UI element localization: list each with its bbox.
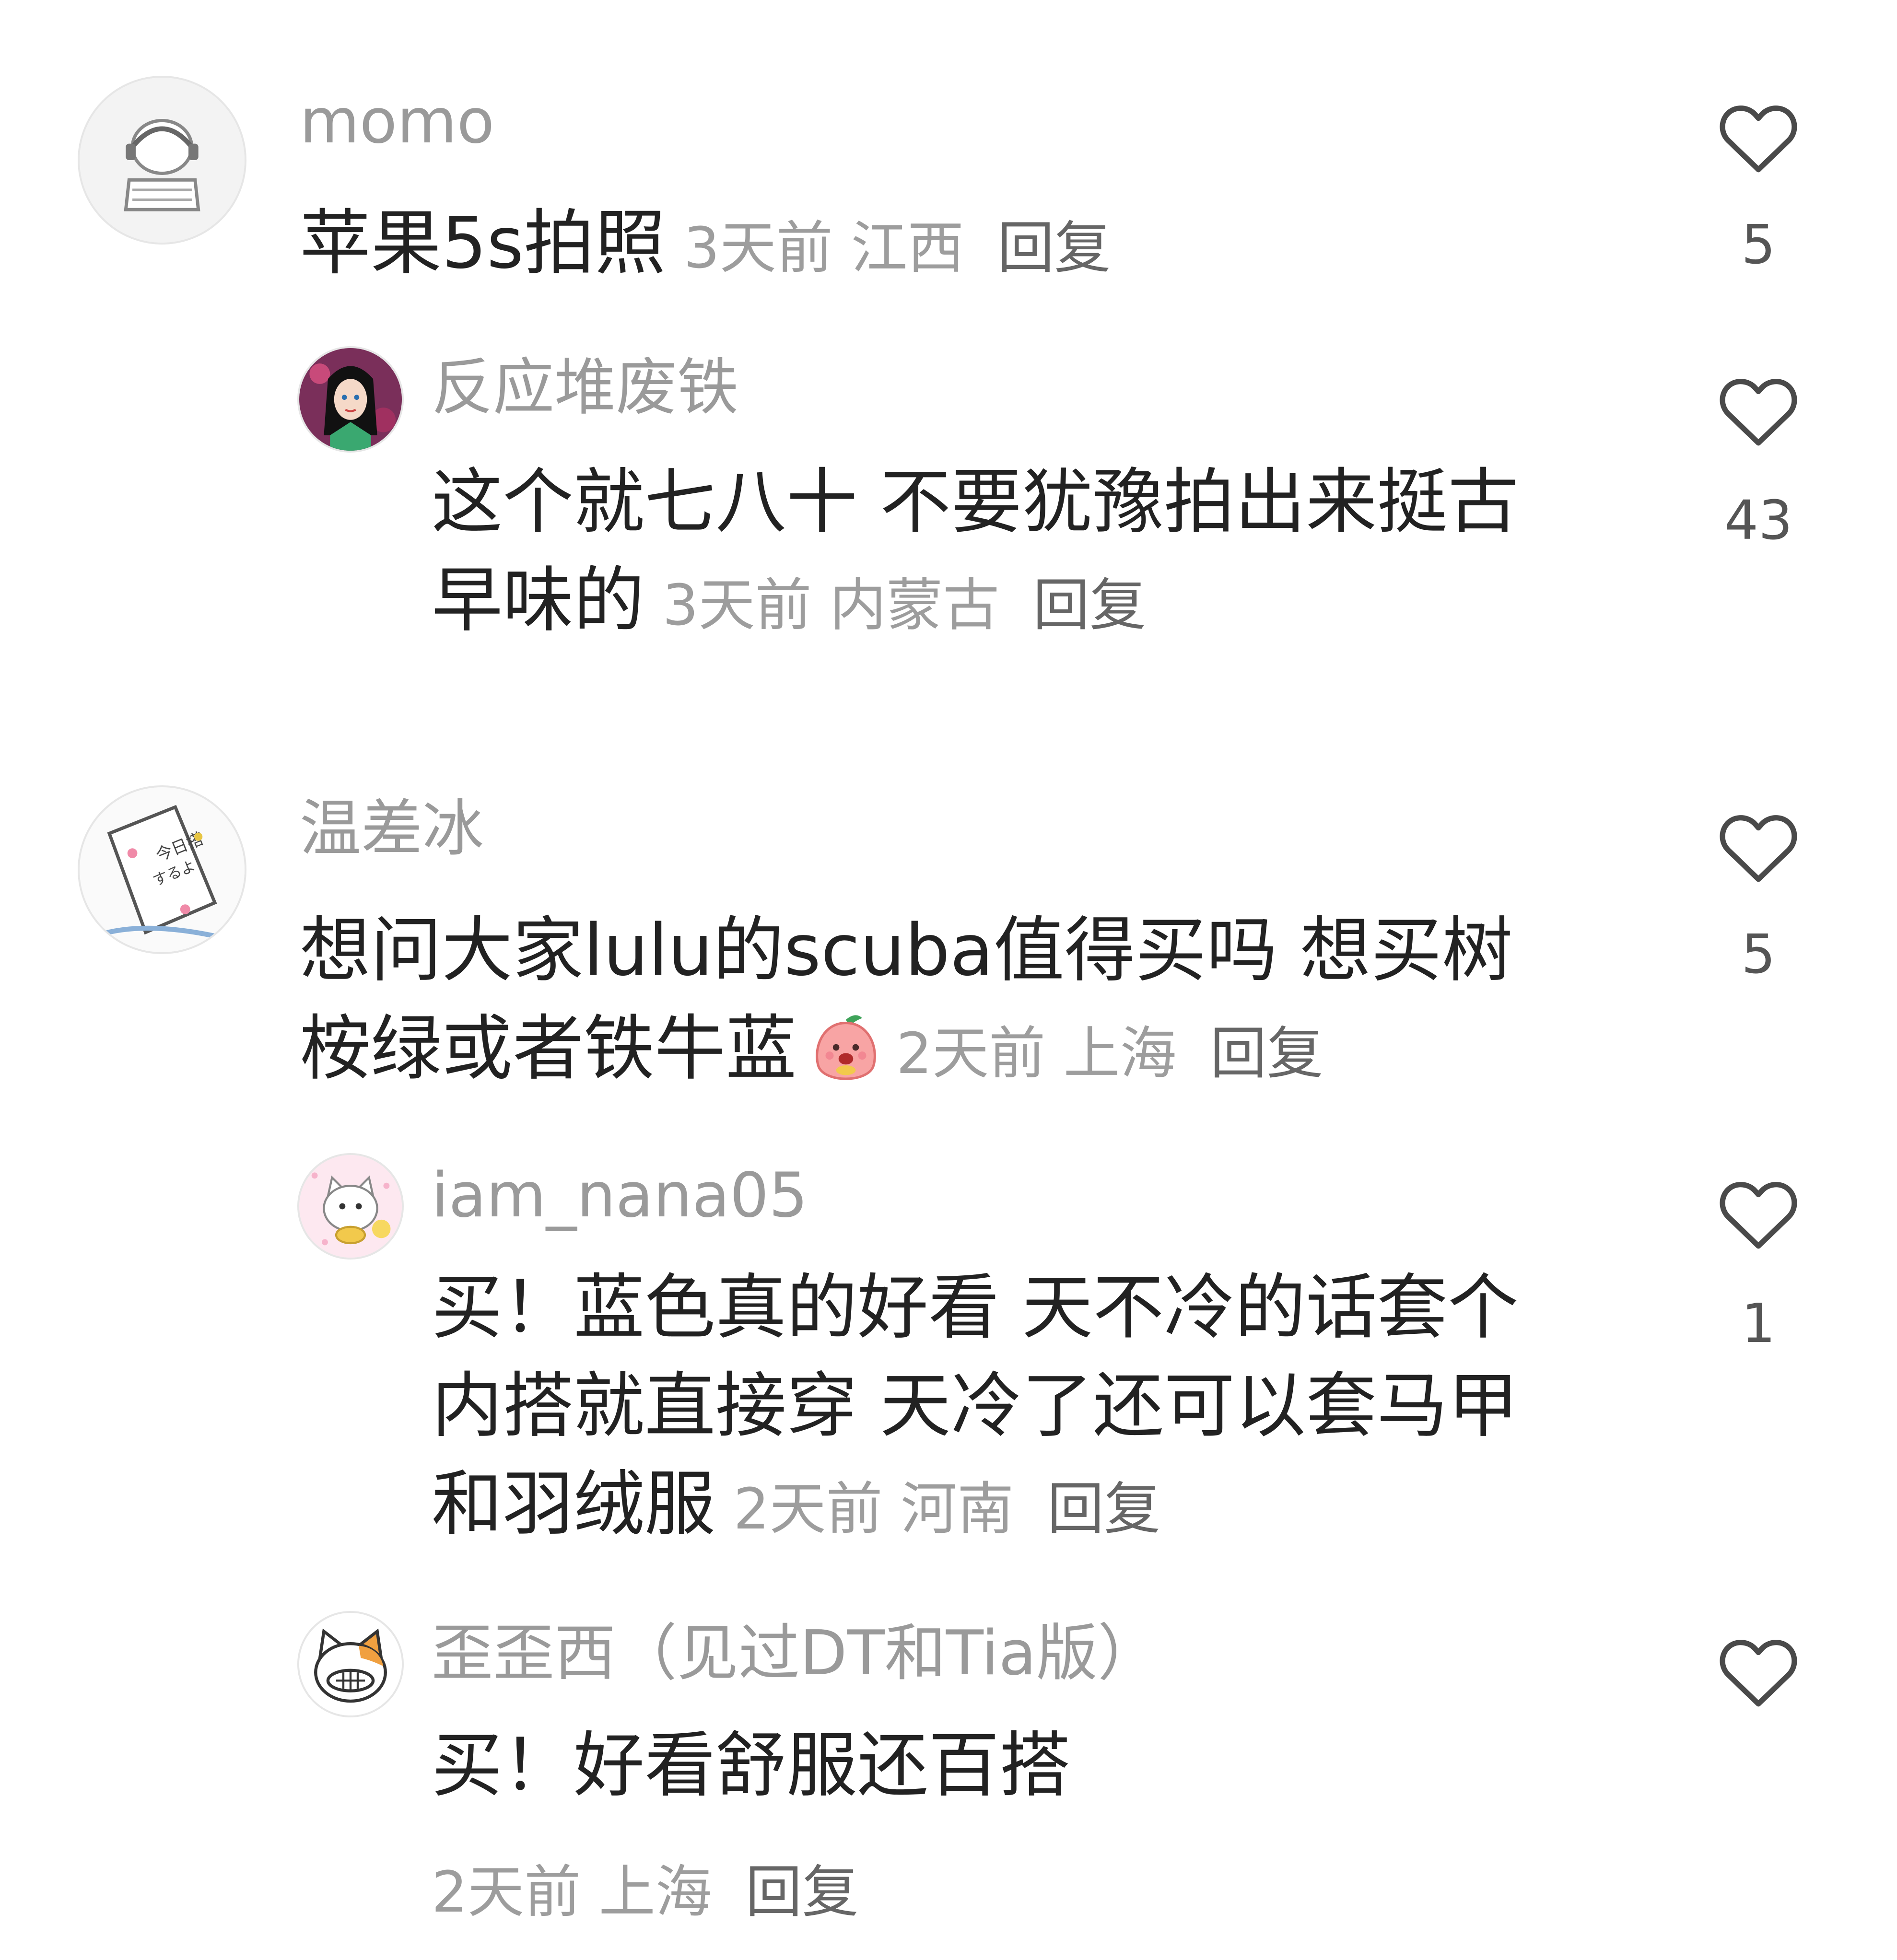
reply-body: 买！好看舒服还百搭 xyxy=(432,1724,1070,1807)
reply-meta: 2天前 河南 xyxy=(715,1476,1014,1542)
avatar[interactable]: 今日搭 するよ xyxy=(78,785,246,954)
avatar-cat-icon xyxy=(299,1155,402,1258)
avatar-calico-cat-icon xyxy=(299,1613,402,1715)
reply-meta: 3天前 内蒙古 xyxy=(644,572,1000,638)
reply-username[interactable]: 歪歪西（见过DT和Tia版） xyxy=(432,1623,1159,1684)
reply-username[interactable]: iam_nana05 xyxy=(432,1165,808,1226)
reply-username[interactable]: 反应堆废铁 xyxy=(432,357,738,419)
like-count: 5 xyxy=(1741,214,1776,276)
comment-time: 2天前 xyxy=(896,1020,1046,1086)
comment-meta: 3天前 江西 xyxy=(666,215,964,281)
reply-meta: 2天前 上海 回复 xyxy=(432,1846,859,1928)
like-count: 1 xyxy=(1741,1293,1776,1355)
comment-username[interactable]: 温差冰 xyxy=(300,798,484,860)
reply-button[interactable]: 回复 xyxy=(1033,572,1146,638)
reply-button[interactable]: 回复 xyxy=(1047,1476,1160,1542)
like-count: 5 xyxy=(1741,923,1776,986)
heart-outline-icon[interactable] xyxy=(1713,1172,1804,1259)
reply-text[interactable]: 买！好看舒服还百搭 xyxy=(432,1716,1582,1815)
reply-text[interactable]: 买！蓝色真的好看 天不冷的话套个内搭就直接穿 天冷了还可以套马甲和羽绒服 2天前… xyxy=(432,1259,1582,1558)
avatar-sketch-icon: 今日搭 するよ xyxy=(80,787,245,952)
reply-location: 上海 xyxy=(598,1859,712,1925)
reply-location: 河南 xyxy=(901,1476,1014,1542)
reply-button[interactable]: 回复 xyxy=(746,1859,859,1925)
reply-button[interactable]: 回复 xyxy=(997,215,1111,281)
comment-text[interactable]: 想问大家lulu的scuba值得买吗 想买树桉绿或者铁牛蓝 2天前 上海 回复 xyxy=(300,901,1570,1103)
heart-outline-icon[interactable] xyxy=(1713,96,1804,182)
reply-location: 内蒙古 xyxy=(830,572,1000,638)
avatar[interactable] xyxy=(297,346,404,453)
comment-username[interactable]: momo xyxy=(300,91,494,152)
comment-meta: 2天前 上海 xyxy=(896,1020,1177,1086)
reply-button[interactable]: 回复 xyxy=(1210,1020,1323,1086)
avatar[interactable] xyxy=(297,1611,404,1717)
reply-time: 2天前 xyxy=(733,1476,883,1542)
heart-outline-icon[interactable] xyxy=(1713,805,1804,892)
comment-location: 上海 xyxy=(1063,1020,1177,1086)
avatar[interactable] xyxy=(297,1153,404,1260)
comment-location: 江西 xyxy=(851,215,964,281)
like-count: 43 xyxy=(1724,490,1793,552)
peach-emoji-icon xyxy=(816,1015,876,1080)
avatar-portrait-icon xyxy=(299,348,402,451)
heart-outline-icon[interactable] xyxy=(1713,1630,1804,1716)
comment-body: 苹果5s拍照 xyxy=(300,202,666,284)
comment-text[interactable]: 苹果5s拍照 3天前 江西 回复 xyxy=(300,194,1570,297)
reply-time: 2天前 xyxy=(432,1859,581,1925)
avatar-drawing-icon xyxy=(80,78,245,243)
reply-text[interactable]: 这个就七八十 不要犹豫拍出来挺古早味的 3天前 内蒙古 回复 xyxy=(432,453,1582,654)
comment-time: 3天前 xyxy=(683,215,833,281)
avatar[interactable] xyxy=(78,76,246,245)
heart-outline-icon[interactable] xyxy=(1713,369,1804,455)
reply-time: 3天前 xyxy=(662,572,812,638)
